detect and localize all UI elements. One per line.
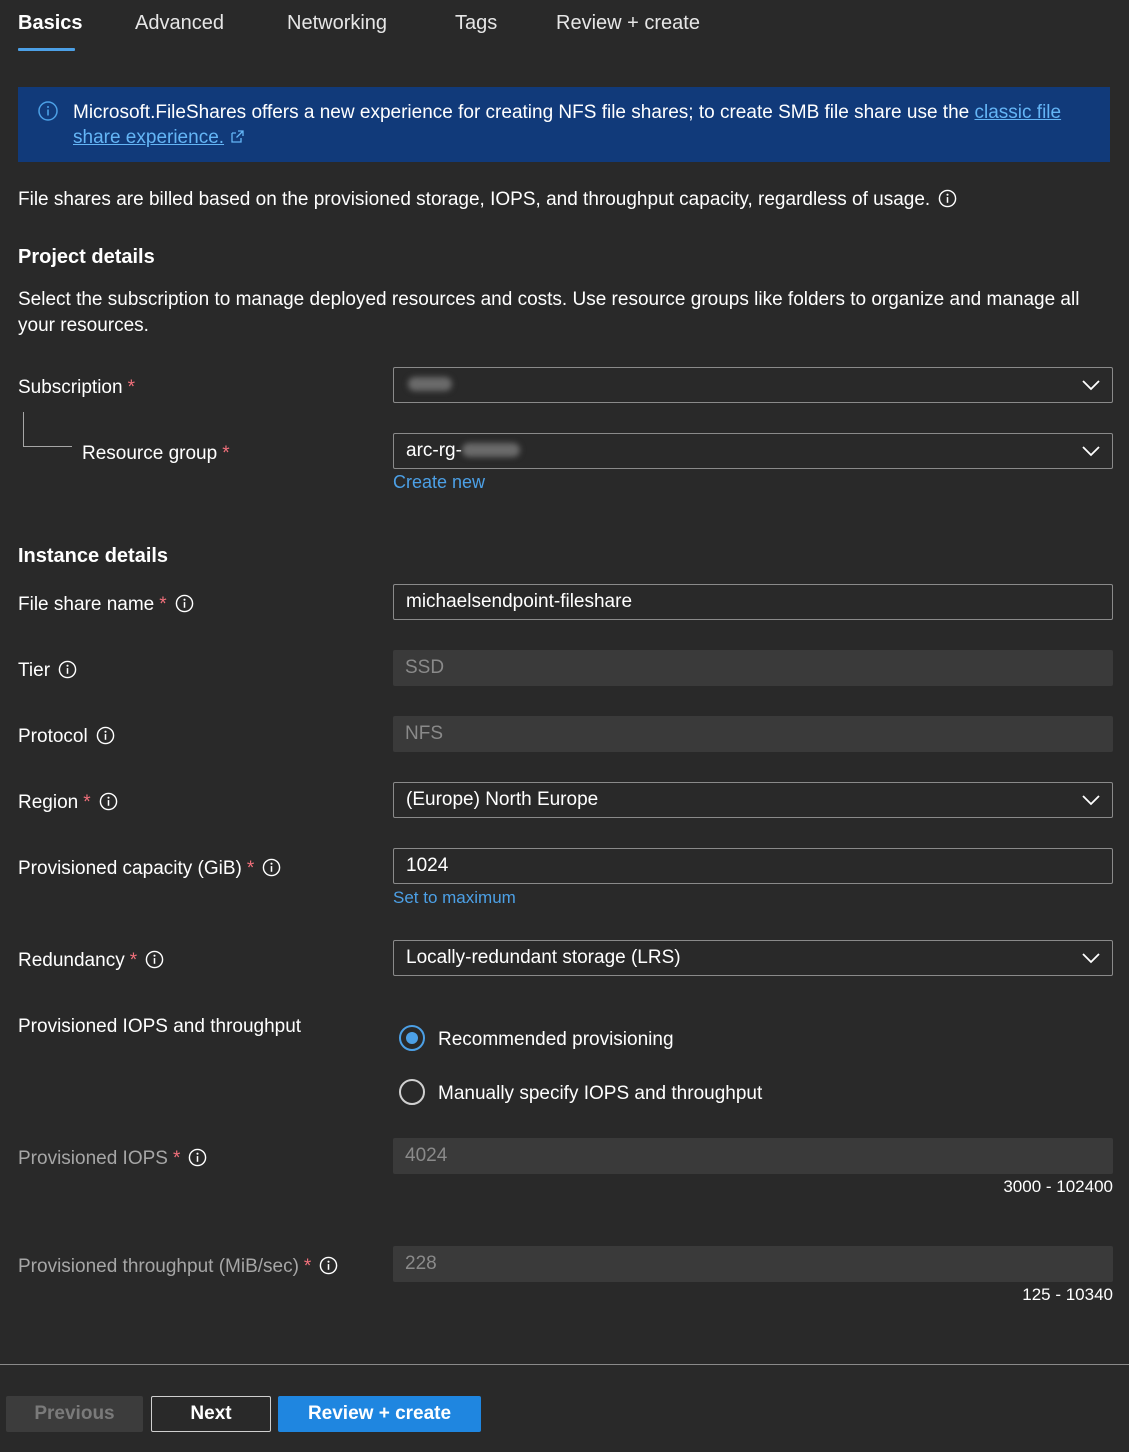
tree-connector (23, 412, 72, 447)
redundancy-dropdown[interactable]: Locally-redundant storage (LRS) (393, 940, 1113, 976)
next-button[interactable]: Next (151, 1396, 271, 1432)
create-new-resource-group-link[interactable]: Create new (393, 472, 485, 493)
info-icon[interactable] (96, 726, 115, 745)
info-icon[interactable] (99, 792, 118, 811)
tab-review-create[interactable]: Review + create (556, 12, 700, 35)
provisioned-iops-label: Provisioned IOPS * (18, 1148, 207, 1170)
radio-manual-provisioning[interactable] (399, 1079, 425, 1105)
external-link-icon (231, 130, 244, 143)
project-details-description: Select the subscription to manage deploy… (18, 289, 1080, 336)
info-banner: Microsoft.FileShares offers a new experi… (18, 87, 1110, 162)
info-icon[interactable] (319, 1256, 338, 1275)
tier-field: SSD (393, 650, 1113, 686)
subscription-dropdown[interactable] (393, 367, 1113, 403)
redundancy-label: Redundancy * (18, 950, 164, 972)
redacted-subscription (408, 377, 452, 391)
throughput-range: 125 - 10340 (1022, 1285, 1113, 1304)
chevron-down-icon (1082, 446, 1100, 457)
provisioned-iops-input: 4024 (393, 1138, 1113, 1174)
chevron-down-icon (1082, 380, 1100, 391)
protocol-field: NFS (393, 716, 1113, 752)
radio-manual-label[interactable]: Manually specify IOPS and throughput (438, 1083, 762, 1105)
tab-basics[interactable]: Basics (18, 12, 83, 35)
set-to-maximum-link[interactable]: Set to maximum (393, 888, 516, 908)
file-share-name-input[interactable]: michaelsendpoint-fileshare (393, 584, 1113, 620)
chevron-down-icon (1082, 953, 1100, 964)
iops-range: 3000 - 102400 (1003, 1177, 1113, 1196)
previous-button[interactable]: Previous (6, 1396, 143, 1432)
iops-throughput-label: Provisioned IOPS and throughput (18, 1016, 302, 1037)
review-create-button[interactable]: Review + create (278, 1396, 481, 1432)
info-icon[interactable] (58, 660, 77, 679)
capacity-label: Provisioned capacity (GiB) * (18, 858, 281, 880)
info-icon[interactable] (938, 189, 957, 208)
protocol-label: Protocol (18, 726, 115, 748)
chevron-down-icon (1082, 795, 1100, 806)
info-icon[interactable] (188, 1148, 207, 1167)
instance-details-heading: Instance details (18, 545, 169, 567)
tab-advanced[interactable]: Advanced (135, 12, 224, 35)
file-share-name-label: File share name * (18, 594, 194, 616)
subscription-label: Subscription * (18, 377, 135, 398)
info-icon[interactable] (262, 858, 281, 877)
provisioned-throughput-label: Provisioned throughput (MiB/sec) * (18, 1256, 338, 1278)
radio-recommended-provisioning[interactable] (399, 1025, 425, 1051)
tab-tags[interactable]: Tags (455, 12, 497, 35)
info-icon (38, 101, 58, 121)
region-label: Region * (18, 792, 118, 814)
resource-group-dropdown[interactable]: arc-rg- (393, 433, 1113, 469)
redacted-resource-group (461, 443, 520, 457)
billing-note: File shares are billed based on the prov… (18, 189, 957, 211)
tier-label: Tier (18, 660, 77, 682)
region-dropdown[interactable]: (Europe) North Europe (393, 782, 1113, 818)
tab-networking[interactable]: Networking (287, 12, 387, 35)
active-tab-indicator (18, 48, 75, 51)
footer-divider (0, 1364, 1129, 1365)
info-icon[interactable] (145, 950, 164, 969)
capacity-input[interactable]: 1024 (393, 848, 1113, 884)
radio-recommended-label[interactable]: Recommended provisioning (438, 1029, 674, 1051)
project-details-heading: Project details (18, 246, 155, 268)
provisioned-throughput-input: 228 (393, 1246, 1113, 1282)
resource-group-label: Resource group * (82, 443, 230, 464)
info-icon[interactable] (175, 594, 194, 613)
banner-message: Microsoft.FileShares offers a new experi… (73, 102, 1062, 148)
